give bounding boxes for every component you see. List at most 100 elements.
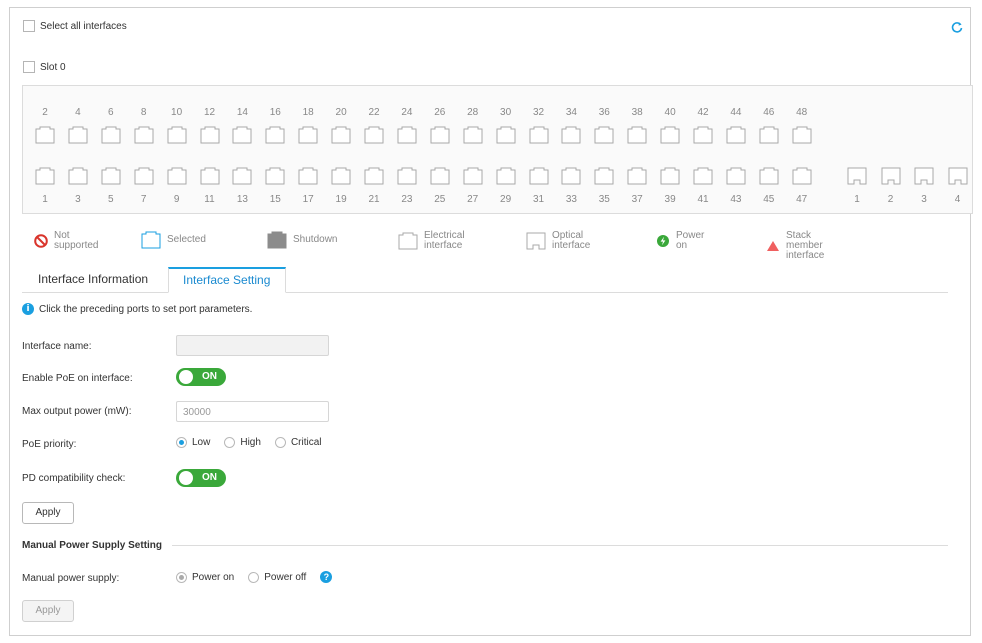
priority-critical-radio[interactable] — [274, 437, 286, 448]
pd-check-state: ON — [202, 472, 217, 483]
electrical-port-34[interactable] — [561, 126, 581, 144]
port-number-label: 2 — [42, 107, 48, 118]
electrical-port-icon — [398, 232, 418, 250]
priority-low-option[interactable]: Low — [176, 437, 210, 448]
max-power-input[interactable]: 30000 — [176, 401, 329, 422]
electrical-port-8[interactable] — [134, 126, 154, 144]
port-panel: 2 4 6 8 10 12 14 16 18 20 22 24 26 28 30 32 34 36 38 40 42 44… — [22, 85, 973, 214]
electrical-port-32[interactable] — [529, 126, 549, 144]
selected-port-icon — [141, 231, 161, 249]
slot-checkbox[interactable] — [23, 61, 35, 73]
electrical-port-29[interactable] — [496, 167, 516, 185]
electrical-port-14[interactable] — [232, 126, 252, 144]
optical-port-3[interactable] — [914, 167, 934, 185]
port-number-label: 3 — [921, 194, 927, 205]
electrical-port-21[interactable] — [364, 167, 384, 185]
port-number-label: 15 — [269, 194, 281, 205]
tab-interface-information[interactable]: Interface Information — [24, 267, 162, 293]
electrical-port-26[interactable] — [430, 126, 450, 144]
electrical-port-24[interactable] — [397, 126, 417, 144]
manual-apply-button[interactable]: Apply — [22, 600, 74, 622]
electrical-port-23[interactable] — [397, 167, 417, 185]
optical-port-2[interactable] — [881, 167, 901, 185]
electrical-port-1[interactable] — [35, 167, 55, 185]
power-off-option[interactable]: Power off — [248, 571, 306, 583]
electrical-port-27[interactable] — [463, 167, 483, 185]
select-all-row[interactable]: Select all interfaces — [23, 20, 127, 32]
electrical-port-10[interactable] — [167, 126, 187, 144]
electrical-port-5[interactable] — [101, 167, 121, 185]
legend-optical: Optical interface — [526, 231, 592, 251]
electrical-port-40[interactable] — [660, 126, 680, 144]
slot-label: Slot 0 — [40, 61, 66, 73]
port-number-label: 32 — [532, 107, 545, 118]
electrical-port-42[interactable] — [693, 126, 713, 144]
electrical-port-47[interactable] — [792, 167, 812, 185]
interface-name-input[interactable] — [176, 335, 329, 356]
electrical-port-37[interactable] — [627, 167, 647, 185]
manual-power-label: Manual power supply: — [22, 573, 120, 584]
power-off-radio[interactable] — [248, 571, 260, 583]
priority-critical-option[interactable]: Critical — [274, 437, 322, 448]
electrical-port-45[interactable] — [759, 167, 779, 185]
priority-low-radio[interactable] — [176, 437, 187, 448]
electrical-port-3[interactable] — [68, 167, 88, 185]
electrical-port-33[interactable] — [561, 167, 581, 185]
port-number-label: 24 — [401, 107, 413, 118]
section-divider — [172, 545, 948, 546]
electrical-port-41[interactable] — [693, 167, 713, 185]
port-number-label: 23 — [401, 194, 413, 205]
electrical-port-25[interactable] — [430, 167, 450, 185]
electrical-port-20[interactable] — [331, 126, 351, 144]
priority-high-radio[interactable] — [224, 437, 236, 448]
electrical-port-13[interactable] — [232, 167, 252, 185]
electrical-port-28[interactable] — [463, 126, 483, 144]
electrical-port-30[interactable] — [496, 126, 516, 144]
port-number-label: 4 — [954, 194, 961, 205]
electrical-port-2[interactable] — [35, 126, 55, 144]
electrical-port-46[interactable] — [759, 126, 779, 144]
electrical-port-48[interactable] — [792, 126, 812, 144]
legend-power-on: Power on — [656, 231, 706, 251]
electrical-port-19[interactable] — [331, 167, 351, 185]
electrical-port-7[interactable] — [134, 167, 154, 185]
optical-port-1[interactable] — [847, 167, 867, 185]
legend-electrical: Electrical interface — [398, 231, 472, 251]
electrical-port-15[interactable] — [265, 167, 285, 185]
electrical-port-16[interactable] — [265, 126, 285, 144]
electrical-port-38[interactable] — [627, 126, 647, 144]
electrical-port-11[interactable] — [200, 167, 220, 185]
electrical-port-18[interactable] — [298, 126, 318, 144]
apply-button[interactable]: Apply — [22, 502, 74, 524]
slot-row[interactable]: Slot 0 — [23, 61, 66, 73]
electrical-port-12[interactable] — [200, 126, 220, 144]
electrical-port-44[interactable] — [726, 126, 746, 144]
priority-high-option[interactable]: High — [224, 437, 261, 448]
power-on-option[interactable]: Power on — [176, 571, 234, 583]
max-power-label: Max output power (mW): — [22, 406, 132, 417]
pd-check-toggle[interactable]: ON — [176, 469, 226, 487]
refresh-icon[interactable] — [950, 20, 964, 34]
electrical-port-43[interactable] — [726, 167, 746, 185]
port-number-label: 21 — [368, 194, 380, 205]
electrical-port-22[interactable] — [364, 126, 384, 144]
electrical-port-35[interactable] — [594, 167, 614, 185]
port-number-label: 19 — [335, 194, 347, 205]
electrical-port-31[interactable] — [529, 167, 549, 185]
electrical-port-6[interactable] — [101, 126, 121, 144]
electrical-port-9[interactable] — [167, 167, 187, 185]
electrical-port-39[interactable] — [660, 167, 680, 185]
tab-interface-setting[interactable]: Interface Setting — [168, 267, 286, 293]
optical-port-4[interactable] — [948, 167, 968, 185]
select-all-checkbox[interactable] — [23, 20, 35, 32]
port-number-label: 1 — [42, 194, 48, 205]
port-number-label: 11 — [204, 194, 215, 205]
port-number-label: 47 — [796, 194, 808, 205]
electrical-port-17[interactable] — [298, 167, 318, 185]
enable-poe-toggle[interactable]: ON — [176, 368, 226, 386]
legend: Not supported Selected Shutdown Electric… — [10, 231, 970, 261]
electrical-port-36[interactable] — [594, 126, 614, 144]
help-icon[interactable]: ? — [320, 571, 333, 583]
electrical-port-4[interactable] — [68, 126, 88, 144]
power-on-radio[interactable] — [176, 571, 187, 583]
